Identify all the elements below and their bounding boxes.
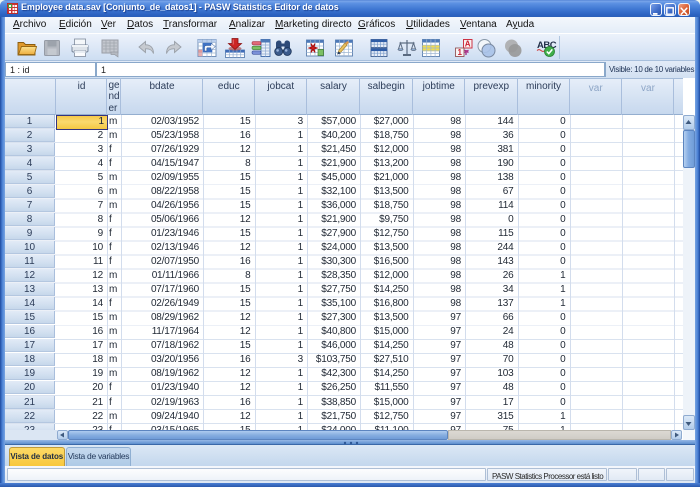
- svg-text:A: A: [465, 40, 471, 49]
- svg-text:1: 1: [457, 48, 462, 57]
